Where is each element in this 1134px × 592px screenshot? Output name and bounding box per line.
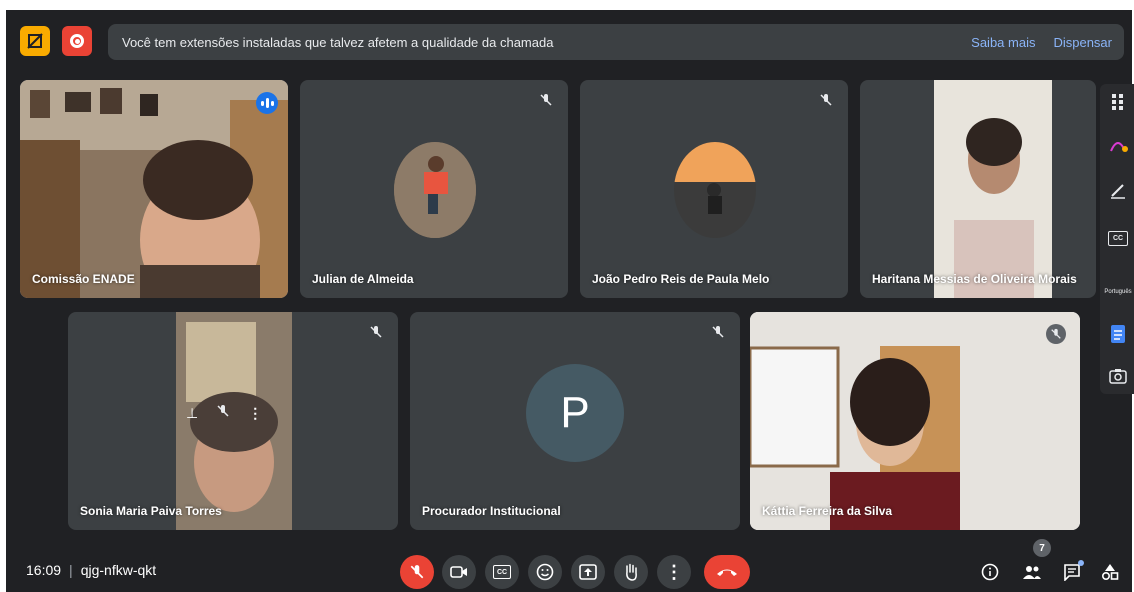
participant-count-badge: 7 — [1033, 539, 1051, 557]
participant-name: Comissão ENADE — [32, 272, 135, 286]
camera-icon — [450, 566, 467, 578]
present-icon — [579, 564, 597, 580]
participant-tile[interactable]: Haritana Messias de Oliveira Morais — [860, 80, 1096, 298]
side-panel: CC Português — [1100, 84, 1134, 394]
learn-more-link[interactable]: Saiba mais — [971, 35, 1035, 50]
participant-tile[interactable]: Julian de Almeida — [300, 80, 568, 298]
participant-name: Julian de Almeida — [312, 272, 414, 286]
participant-tile[interactable]: Comissão ENADE — [20, 80, 288, 298]
speaking-indicator-icon — [256, 92, 278, 114]
camera-snapshot-icon[interactable] — [1104, 364, 1132, 388]
tile-hover-controls: ⊥ ⋮ — [186, 404, 262, 423]
participant-tile[interactable]: João Pedro Reis de Paula Melo — [580, 80, 848, 298]
extensions-banner: Você tem extensões instaladas que talvez… — [108, 24, 1124, 60]
emoji-icon — [536, 563, 554, 581]
meeting-info: 16:09 | qjg-nfkw-qkt — [26, 562, 156, 578]
participant-avatar: P — [526, 364, 624, 462]
mic-off-icon — [818, 92, 834, 108]
extension-warning-icon[interactable] — [20, 26, 50, 56]
hand-icon — [626, 563, 637, 581]
participant-name: Káttia Ferreira da Silva — [762, 504, 893, 518]
participant-tile[interactable]: P Procurador Institucional — [410, 312, 740, 530]
participant-name: João Pedro Reis de Paula Melo — [592, 272, 770, 286]
banner-message: Você tem extensões instaladas que talvez… — [122, 34, 554, 50]
emoji-reaction-button[interactable] — [528, 555, 562, 589]
more-vert-icon: ⋮ — [665, 562, 683, 582]
participant-name: Procurador Institucional — [422, 504, 561, 518]
notes-icon[interactable] — [1104, 322, 1132, 346]
language-label: Português — [1104, 289, 1132, 295]
avatar-letter: P — [560, 388, 590, 437]
caption-language-label[interactable]: Português — [1100, 280, 1134, 304]
more-options-icon[interactable]: ⋮ — [248, 405, 262, 422]
leave-call-button[interactable] — [704, 555, 750, 589]
participant-tile[interactable]: Káttia Ferreira da Silva — [750, 312, 1080, 530]
participant-name: Haritana Messias de Oliveira Morais — [872, 272, 1077, 286]
whiteboard-pen-icon[interactable] — [1104, 178, 1132, 202]
camera-toggle-button[interactable] — [442, 555, 476, 589]
meet-stage: Você tem extensões instaladas que talvez… — [6, 10, 1134, 592]
participant-avatar — [394, 142, 476, 238]
pin-icon[interactable]: ⊥ — [186, 405, 198, 422]
participant-video — [20, 80, 288, 298]
people-icon — [1023, 566, 1041, 579]
raise-hand-button[interactable] — [614, 555, 648, 589]
divider: | — [69, 562, 73, 578]
captions-button[interactable]: CC — [485, 555, 519, 589]
present-screen-button[interactable] — [571, 555, 605, 589]
clock-time: 16:09 — [26, 562, 62, 578]
meeting-code[interactable]: qjg-nfkw-qkt — [81, 562, 156, 578]
recording-icon[interactable] — [62, 26, 92, 56]
mic-off-icon[interactable] — [216, 404, 230, 423]
chat-notification-dot — [1078, 560, 1084, 566]
captions-icon: CC — [493, 565, 511, 579]
mic-off-icon — [1046, 324, 1066, 344]
mic-toggle-button[interactable] — [400, 555, 434, 589]
participant-name: Sonia Maria Paiva Torres — [80, 504, 222, 518]
dismiss-link[interactable]: Dispensar — [1053, 35, 1112, 50]
more-options-button[interactable]: ⋮ — [657, 555, 691, 589]
mic-off-icon — [410, 565, 424, 579]
chat-icon — [1064, 564, 1080, 581]
participant-tile[interactable]: ⊥ ⋮ Sonia Maria Paiva Torres — [68, 312, 398, 530]
mic-off-icon — [538, 92, 554, 108]
captions-icon[interactable]: CC — [1104, 226, 1132, 250]
hang-up-icon — [717, 569, 737, 576]
apps-grid-icon[interactable] — [1104, 90, 1132, 114]
participant-video — [934, 80, 1052, 298]
mic-off-icon — [368, 324, 384, 340]
activities-icon — [1101, 564, 1119, 581]
mic-off-icon — [710, 324, 726, 340]
effects-icon[interactable] — [1104, 132, 1132, 156]
chat-button[interactable] — [1060, 560, 1084, 584]
info-icon — [981, 563, 999, 581]
participant-video — [750, 312, 1080, 530]
meeting-details-button[interactable] — [978, 560, 1002, 584]
activities-button[interactable] — [1098, 560, 1122, 584]
people-button[interactable] — [1020, 560, 1044, 584]
participant-avatar — [674, 142, 756, 238]
